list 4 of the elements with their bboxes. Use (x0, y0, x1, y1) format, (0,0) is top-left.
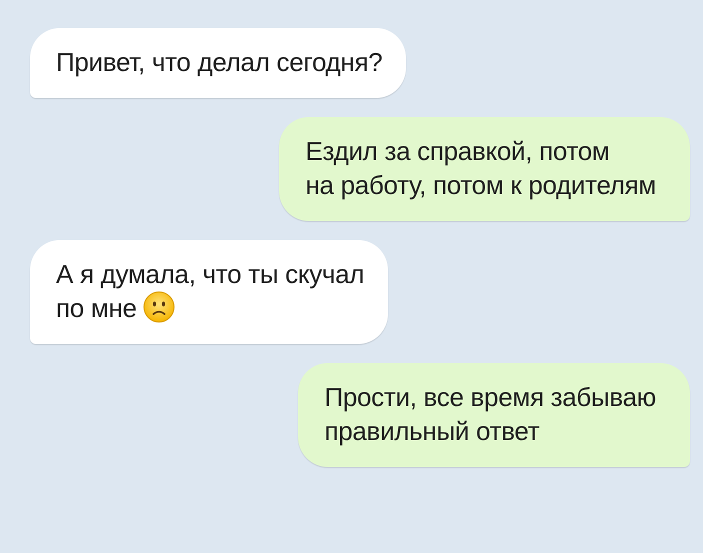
message-text: Прости, все время забываю правильный ответ (324, 381, 656, 448)
message-text: А я думала, что ты скучал по мне (56, 258, 364, 325)
message-text: Ездил за справкой, потом на работу, потом к родителям (305, 135, 656, 202)
message-text: Привет, что делал сегодня? (56, 46, 382, 79)
